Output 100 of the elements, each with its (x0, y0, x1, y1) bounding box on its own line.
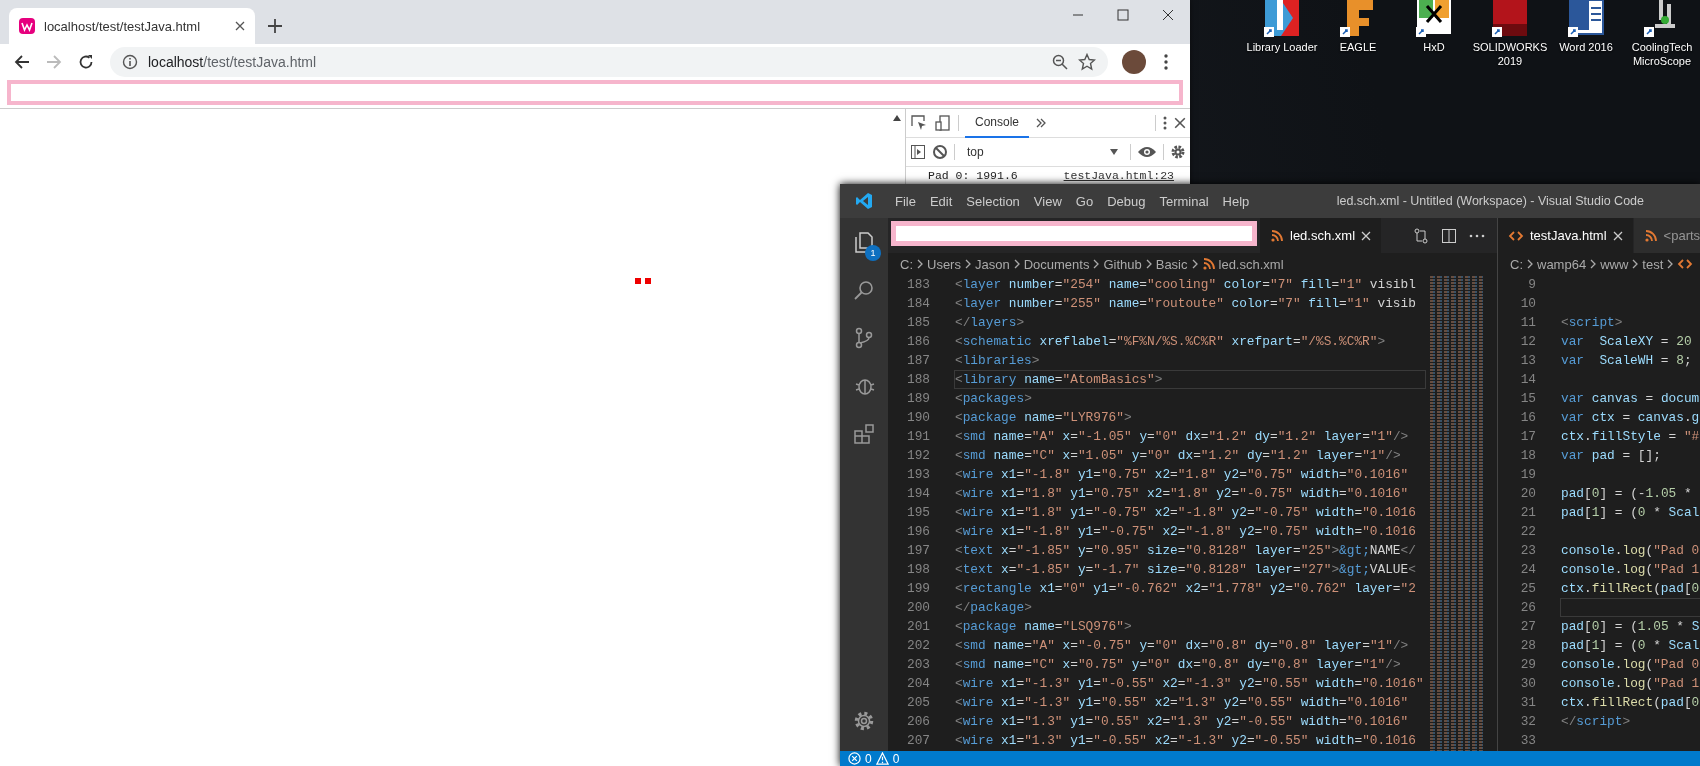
zoom-out-icon[interactable] (1052, 54, 1068, 70)
breadcrumb-item[interactable]: Users (927, 256, 961, 272)
feed-icon (1643, 228, 1658, 243)
menu-icon[interactable] (1162, 115, 1168, 131)
line-number: 187 (905, 352, 931, 370)
code-line: <text x="-1.85" y="0.95" size="0.8128" layer="25">&gt;NAME</ (954, 542, 1417, 560)
desktop-icon-label[interactable]: EAGLE (1339, 40, 1377, 54)
desktop-icon-label[interactable]: Library Loader (1246, 40, 1318, 54)
breadcrumb-item[interactable]: Jason (974, 256, 1010, 272)
menu-item[interactable]: File (888, 193, 923, 209)
editor-tab[interactable]: <parts (1633, 218, 1700, 253)
warning-icon[interactable] (875, 752, 889, 765)
close-icon[interactable] (235, 21, 245, 31)
desktop-icon-label[interactable]: CoolingTech MicroScope (1624, 40, 1700, 68)
clear-console-icon[interactable] (932, 144, 948, 160)
line-number: 23 (1519, 542, 1537, 560)
breadcrumb-item[interactable]: www (1600, 256, 1629, 272)
desktop-icon-label[interactable]: SOLIDWORKS 2019 (1472, 40, 1548, 68)
desktop-icon-label[interactable]: Word 2016 (1559, 40, 1613, 54)
more-actions-icon[interactable] (1469, 233, 1485, 238)
menu-item[interactable]: Debug (1100, 193, 1153, 209)
menu-item[interactable]: View (1026, 193, 1069, 209)
breadcrumb-item[interactable]: Github (1103, 256, 1142, 272)
settings-icon[interactable] (852, 709, 876, 733)
line-number: 30 (1519, 675, 1537, 693)
new-tab-icon[interactable] (265, 16, 285, 36)
settings-icon[interactable] (1170, 144, 1186, 160)
code-line: var canvas = docum (1560, 390, 1700, 408)
sidebar-toggle-icon[interactable] (910, 144, 926, 160)
line-number: 9 (1527, 276, 1537, 294)
line-number: 201 (905, 618, 931, 636)
breadcrumb-item[interactable]: C: (900, 256, 913, 272)
info-icon[interactable] (122, 54, 138, 70)
warning-count[interactable]: 0 (892, 751, 900, 766)
star-icon[interactable] (1078, 53, 1096, 71)
files-icon[interactable] (852, 230, 876, 254)
library-loader-icon[interactable] (1263, 0, 1301, 38)
reload-icon[interactable] (78, 54, 94, 70)
menu-item[interactable]: Selection (959, 193, 1027, 209)
line-number: 204 (905, 675, 931, 693)
breadcrumb-item[interactable]: wamp64 (1537, 256, 1587, 272)
code-line: var ctx = canvas.g (1560, 409, 1700, 427)
close-icon[interactable] (1174, 117, 1186, 129)
code-line: <smd name="A" x="-1.05" y="0" dx="1.2" dy="1.2" layer="1"/> (954, 428, 1410, 446)
eye-icon[interactable] (1137, 145, 1157, 159)
device-toolbar-icon[interactable] (934, 114, 952, 132)
split-editor-icon[interactable] (1441, 227, 1457, 244)
line-number: 11 (1519, 314, 1537, 332)
line-number: 22 (1519, 523, 1537, 541)
line-number: 200 (905, 599, 931, 617)
chevron-icon (1666, 258, 1675, 270)
caret-icon (1110, 149, 1118, 155)
code-line: console.log("Pad 0 (1560, 656, 1700, 674)
breadcrumb-item[interactable]: C: (1510, 256, 1523, 272)
pad-squares-drawing (635, 278, 651, 284)
context-dropdown[interactable]: top (961, 145, 1124, 159)
extensions-icon[interactable] (852, 422, 876, 446)
chevron-icon (1144, 258, 1153, 270)
chevron-icon (1589, 258, 1598, 270)
compare-changes-icon[interactable] (1413, 227, 1429, 244)
line-number: 189 (905, 390, 931, 408)
solidworks-icon[interactable] (1491, 0, 1529, 38)
chevron-icon (1526, 258, 1534, 270)
menu-item[interactable]: Edit (922, 193, 960, 209)
search-icon[interactable] (852, 278, 876, 302)
code-line: console.log("Pad 0 (1560, 542, 1700, 560)
browser-tab[interactable]: localhost/test/testJava.html (9, 8, 255, 44)
error-icon[interactable] (848, 752, 861, 765)
line-number: 28 (1519, 637, 1537, 655)
breadcrumb-item[interactable]: Documents (1023, 256, 1090, 272)
line-number: 192 (905, 447, 931, 465)
breadcrumb-item[interactable]: led.sch.xml (1218, 256, 1284, 272)
devtools-tab[interactable]: Console (965, 108, 1030, 138)
code-line: <smd name="C" x="1.05" y="0" dx="1.2" dy="1.2" layer="1"/> (954, 447, 1402, 465)
back-arrow-icon[interactable] (14, 54, 30, 70)
breadcrumb-item[interactable]: test (1642, 256, 1664, 272)
line-number: 207 (905, 732, 931, 750)
line-number: 184 (905, 295, 931, 313)
breadcrumb-item[interactable]: Basic (1155, 256, 1188, 272)
scroll-up-icon[interactable] (893, 115, 901, 121)
avatar[interactable] (1122, 50, 1146, 74)
code-line: </package> (954, 599, 1033, 617)
word-app-icon[interactable] (1567, 0, 1605, 38)
hex-editor-icon[interactable] (1415, 0, 1453, 38)
error-count[interactable]: 0 (865, 751, 872, 766)
line-number: 191 (905, 428, 931, 446)
editor-tab[interactable]: testJava.html (1498, 218, 1634, 253)
menu-item[interactable]: Terminal (1152, 193, 1216, 209)
editor-tab[interactable]: led.sch.xml (1260, 218, 1383, 253)
line-number: 33 (1519, 732, 1537, 750)
inspect-element-icon[interactable] (910, 114, 928, 132)
line-number: 29 (1519, 656, 1537, 674)
source-link[interactable]: testJava.html:23 (1063, 169, 1174, 182)
line-number: 199 (905, 580, 931, 598)
address-bar[interactable]: localhost/test/testJava.html (110, 47, 1108, 77)
line-number: 26 (1519, 599, 1537, 617)
desktop-icon-label[interactable]: HxD (1423, 40, 1445, 54)
menu-item[interactable]: Help (1215, 193, 1257, 209)
menu-item[interactable]: Go (1068, 193, 1101, 209)
more-tabs-icon[interactable] (1035, 117, 1048, 129)
